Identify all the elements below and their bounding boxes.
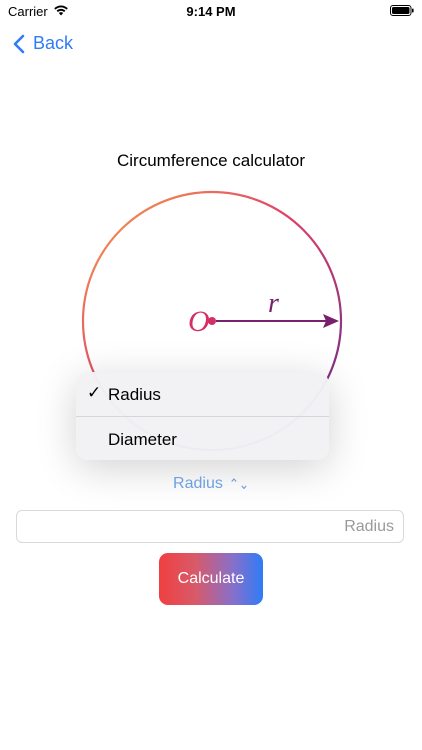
radius-input[interactable]	[17, 511, 403, 542]
menu-item-diameter[interactable]: Diameter	[76, 417, 329, 460]
radius-field	[16, 510, 404, 543]
page-title: Circumference calculator	[116, 151, 305, 170]
menu-item-radius[interactable]: ✓ Radius	[76, 372, 329, 416]
chevron-left-icon	[13, 34, 25, 53]
calculate-button[interactable]: Calculate	[159, 553, 263, 605]
battery-icon	[390, 5, 414, 16]
unit-menu: ✓ Radius Diameter	[76, 372, 329, 460]
chevron-up-down-icon: ⌃⌄	[228, 475, 249, 493]
menu-item-label: Radius	[108, 385, 161, 404]
status-bar: Carrier 9:14 PM	[0, 0, 422, 24]
back-button[interactable]: Back	[12, 33, 73, 54]
picker-value: Radius	[173, 475, 223, 492]
status-time: 9:14 PM	[186, 4, 236, 19]
back-label: Back	[33, 33, 74, 53]
radius-label: r	[268, 288, 279, 319]
menu-item-label: Diameter	[108, 430, 177, 449]
center-label: O	[188, 305, 210, 338]
unit-picker[interactable]: Radius ⌃⌄	[0, 475, 422, 493]
checkmark-icon: ✓	[87, 383, 102, 402]
